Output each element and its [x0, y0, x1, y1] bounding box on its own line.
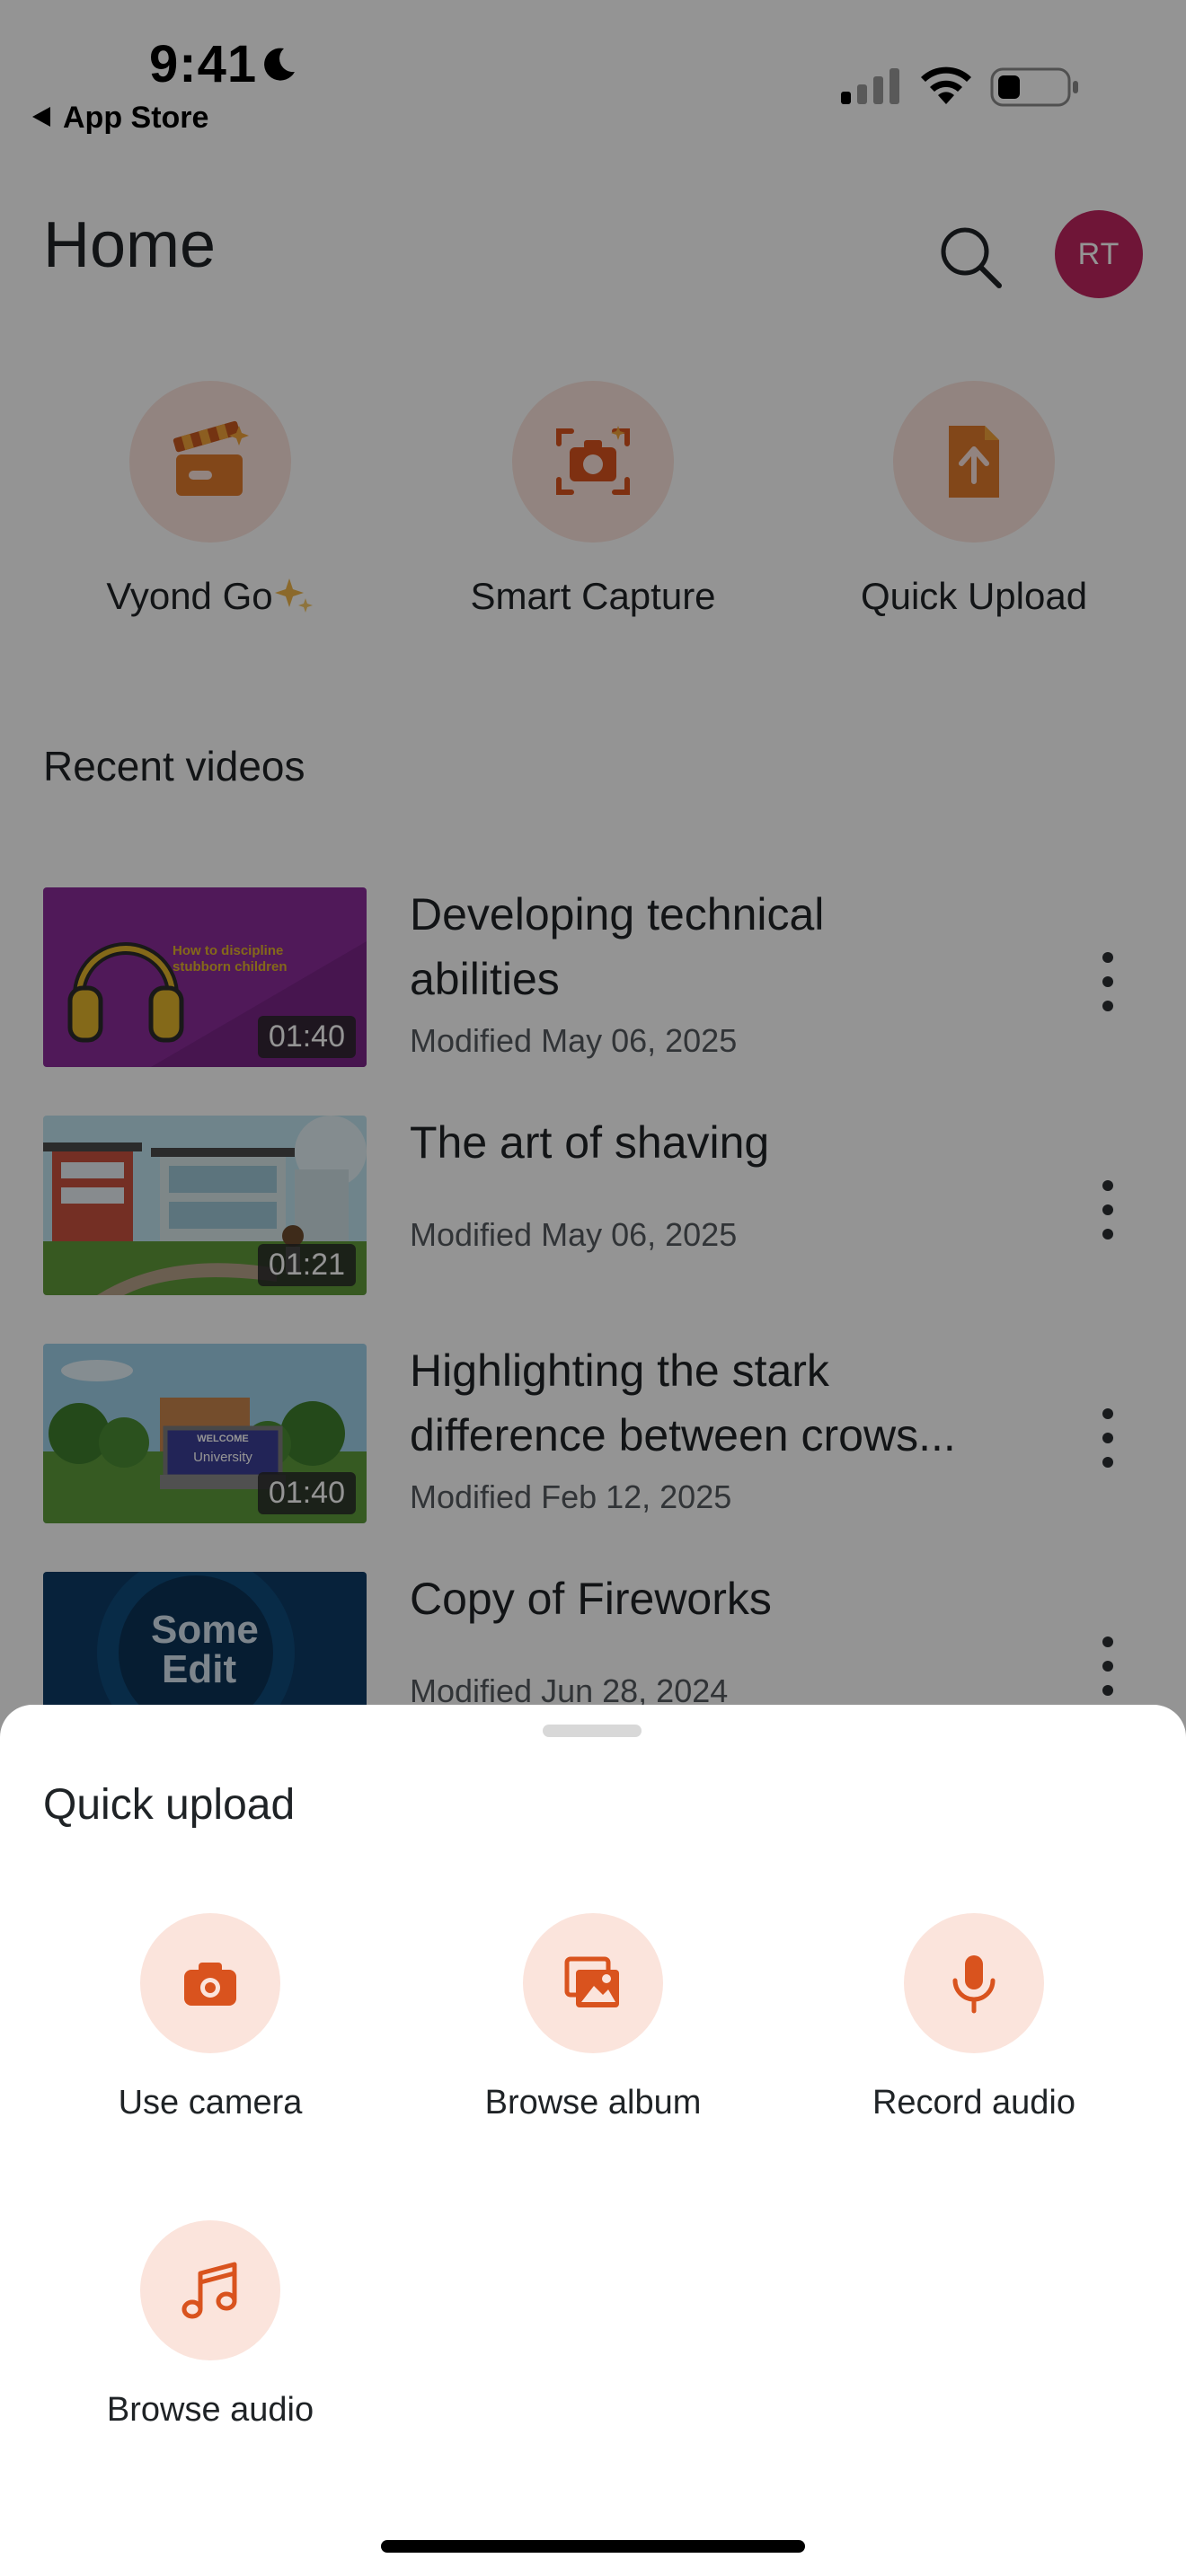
- sheet-drag-handle[interactable]: [543, 1725, 642, 1737]
- browse-audio-icon-circle: [140, 2220, 280, 2360]
- photo-album-icon: [564, 1956, 619, 2007]
- record-audio-button[interactable]: Record audio: [839, 1913, 1109, 2147]
- use-camera-button[interactable]: Use camera: [75, 1913, 345, 2147]
- music-note-icon: [181, 2262, 237, 2319]
- browse-album-label: Browse album: [484, 2084, 702, 2122]
- browse-album-icon-circle: [523, 1913, 663, 2053]
- quick-upload-sheet: Quick upload Use camera Browse album Rec…: [0, 1705, 1186, 2576]
- browse-audio-button[interactable]: Browse audio: [75, 2220, 345, 2454]
- browse-album-button[interactable]: Browse album: [458, 1913, 728, 2147]
- microphone-icon: [952, 1955, 996, 2014]
- record-audio-label: Record audio: [872, 2084, 1076, 2122]
- use-camera-icon-circle: [140, 1913, 280, 2053]
- browse-audio-label: Browse audio: [106, 2391, 314, 2429]
- home-indicator[interactable]: [381, 2540, 805, 2553]
- use-camera-label: Use camera: [118, 2084, 303, 2122]
- record-audio-icon-circle: [904, 1913, 1044, 2053]
- sheet-title: Quick upload: [43, 1781, 296, 1829]
- camera-icon: [184, 1963, 236, 2006]
